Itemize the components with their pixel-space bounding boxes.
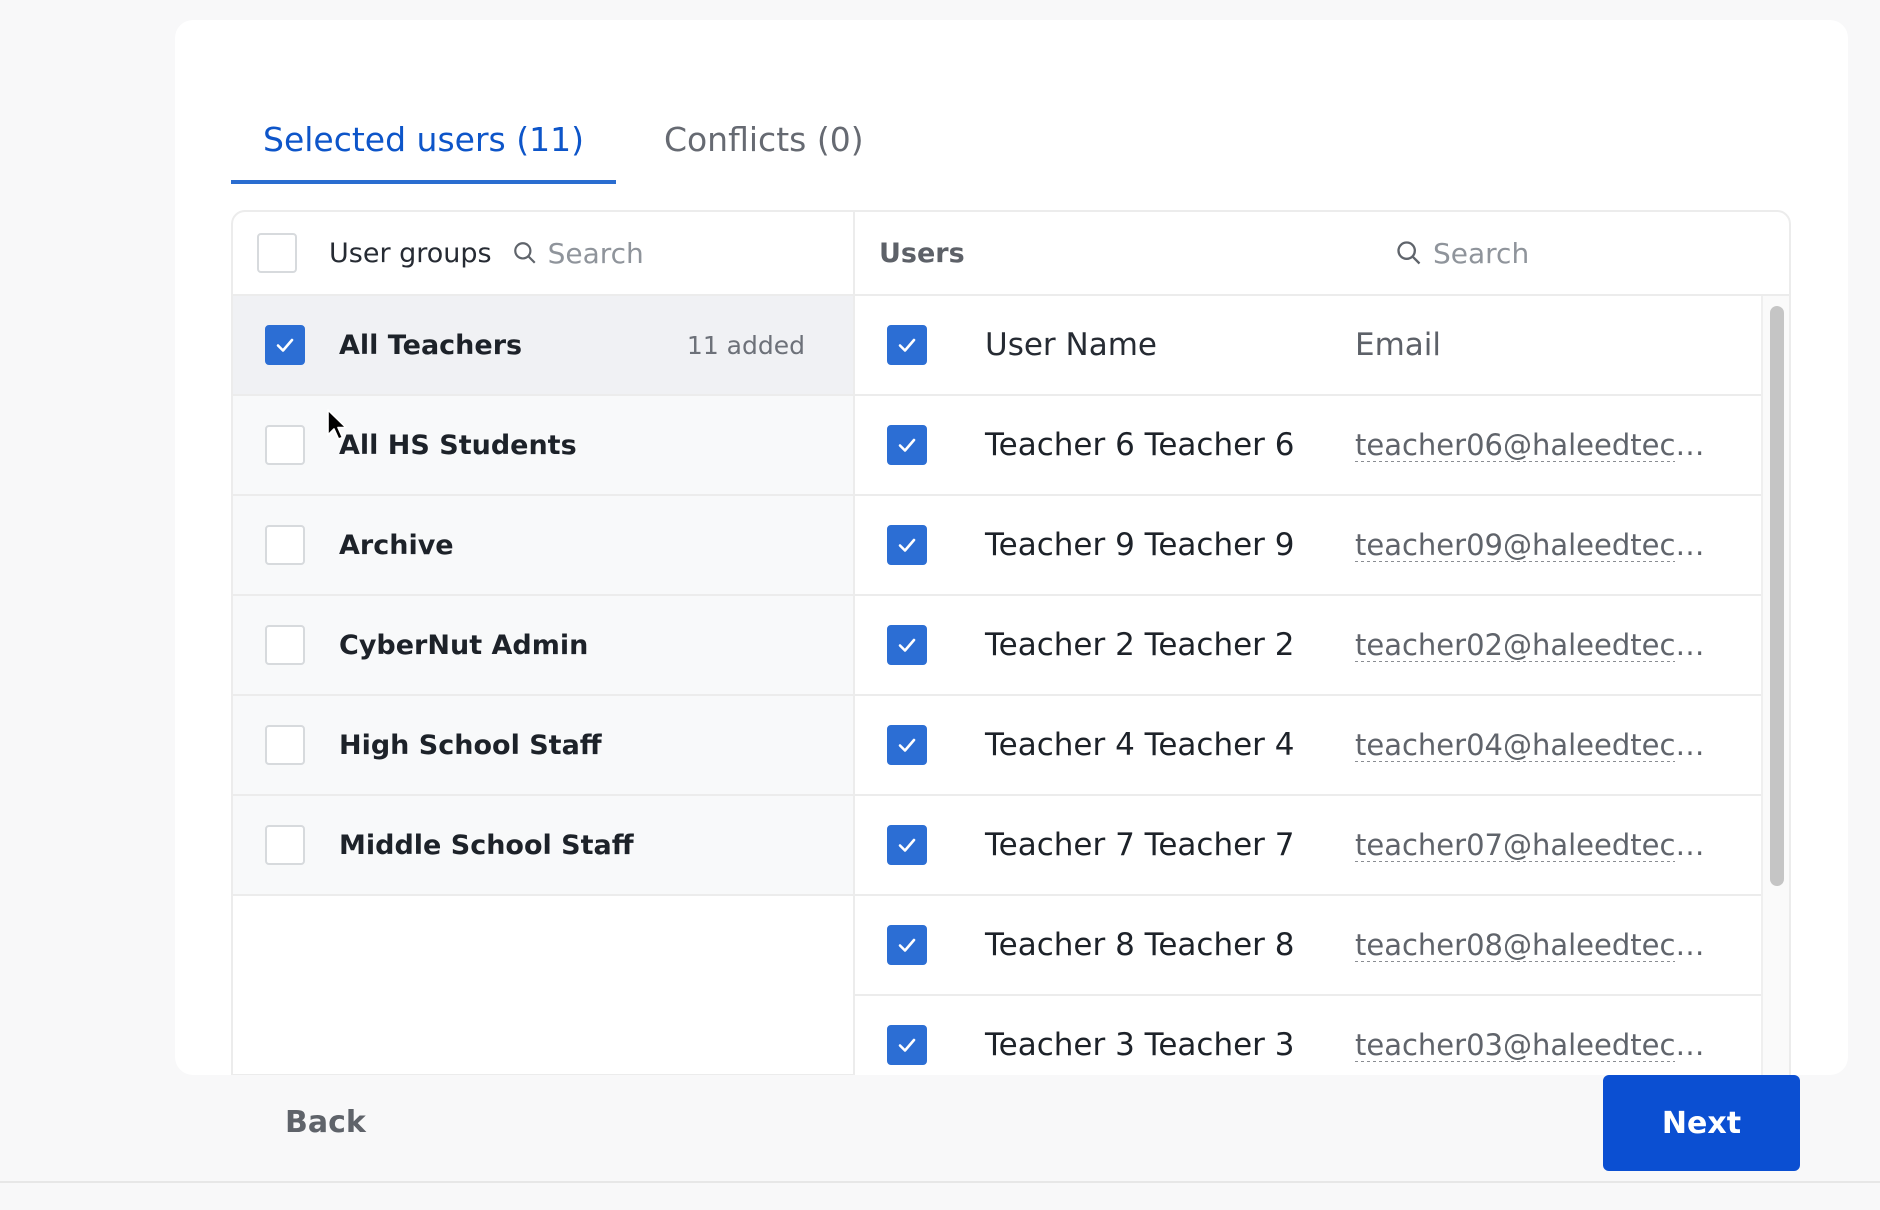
user-checkbox[interactable]	[887, 725, 927, 765]
users-search-placeholder: Search	[1433, 236, 1530, 270]
group-checkbox[interactable]	[265, 525, 305, 565]
group-name: Middle School Staff	[339, 829, 634, 861]
scrollbar-thumb[interactable]	[1770, 306, 1784, 886]
user-name: Teacher 8 Teacher 8	[985, 927, 1295, 963]
tab-conflicts[interactable]: Conflicts (0)	[632, 90, 896, 184]
groups-header-title: User groups	[329, 237, 492, 269]
group-row-middle-school-staff[interactable]: Middle School Staff	[233, 796, 853, 896]
group-row-cybernut-admin[interactable]: CyberNut Admin	[233, 596, 853, 696]
user-email[interactable]: teacher09@haleedtech...	[1355, 528, 1715, 562]
tab-selected-users[interactable]: Selected users (11)	[231, 90, 616, 184]
group-row-archive[interactable]: Archive	[233, 496, 853, 596]
select-all-groups-checkbox[interactable]	[257, 233, 297, 273]
search-icon	[1397, 241, 1421, 265]
table-row[interactable]: Teacher 4 Teacher 4 teacher04@haleedtech…	[855, 696, 1761, 796]
table-row[interactable]: Teacher 9 Teacher 9 teacher09@haleedtech…	[855, 496, 1761, 596]
groups-search[interactable]: Search	[512, 237, 644, 270]
column-header-user-name[interactable]: User Name	[985, 327, 1157, 363]
tab-bar: Selected users (11) Conflicts (0)	[231, 90, 896, 184]
user-checkbox[interactable]	[887, 925, 927, 965]
checkmark-icon	[898, 838, 916, 852]
user-name: Teacher 9 Teacher 9	[985, 527, 1295, 563]
users-table-header: User Name Email	[855, 296, 1761, 396]
footer-bar: Back Next	[0, 1075, 1880, 1183]
checkmark-icon	[898, 638, 916, 652]
user-checkbox[interactable]	[887, 425, 927, 465]
group-name: Archive	[339, 529, 454, 561]
group-name: High School Staff	[339, 729, 602, 761]
search-icon	[513, 242, 536, 264]
user-checkbox[interactable]	[887, 525, 927, 565]
column-header-email[interactable]: Email	[1355, 327, 1715, 363]
user-name: Teacher 6 Teacher 6	[985, 427, 1295, 463]
users-header: Users Search	[855, 212, 1789, 296]
user-email[interactable]: teacher06@haleedtech...	[1355, 428, 1715, 462]
user-name: Teacher 4 Teacher 4	[985, 727, 1295, 763]
group-checkbox[interactable]	[265, 425, 305, 465]
groups-search-placeholder: Search	[547, 236, 644, 270]
user-email[interactable]: teacher02@haleedtech...	[1355, 628, 1715, 662]
group-name: All HS Students	[339, 429, 577, 461]
table-row[interactable]: Teacher 6 Teacher 6 teacher06@haleedtech…	[855, 396, 1761, 496]
user-email[interactable]: teacher04@haleedtech...	[1355, 728, 1715, 762]
users-table: User Name Email Teacher 6 Teacher 6 teac…	[855, 296, 1761, 1075]
user-checkbox[interactable]	[887, 625, 927, 665]
user-name: Teacher 3 Teacher 3	[985, 1027, 1295, 1063]
dialog-card: Selected users (11) Conflicts (0) User g…	[175, 20, 1848, 1075]
group-added-count: 11 added	[686, 330, 805, 360]
checkmark-icon	[898, 438, 916, 452]
checkmark-icon	[898, 338, 916, 352]
checkmark-icon	[276, 338, 294, 352]
user-checkbox[interactable]	[887, 1025, 927, 1065]
group-checkbox[interactable]	[265, 725, 305, 765]
group-name: CyberNut Admin	[339, 629, 589, 661]
user-checkbox[interactable]	[887, 825, 927, 865]
group-checkbox[interactable]	[265, 825, 305, 865]
table-row[interactable]: Teacher 2 Teacher 2 teacher02@haleedtech…	[855, 596, 1761, 696]
checkmark-icon	[898, 938, 916, 952]
users-search[interactable]: Search	[1395, 237, 1529, 270]
user-name: Teacher 7 Teacher 7	[985, 827, 1295, 863]
checkmark-icon	[898, 738, 916, 752]
group-checkbox[interactable]	[265, 325, 305, 365]
group-checkbox[interactable]	[265, 625, 305, 665]
user-email[interactable]: teacher07@haleedtech...	[1355, 828, 1715, 862]
group-name: All Teachers	[339, 329, 523, 361]
user-email[interactable]: teacher08@haleedtech...	[1355, 928, 1715, 962]
groups-header: User groups Search	[233, 212, 855, 296]
user-name: Teacher 2 Teacher 2	[985, 627, 1295, 663]
table-row[interactable]: Teacher 8 Teacher 8 teacher08@haleedtech…	[855, 896, 1761, 996]
user-email[interactable]: teacher03@haleedtech...	[1355, 1028, 1715, 1062]
mouse-cursor-icon	[327, 409, 347, 440]
users-header-title: Users	[879, 237, 965, 269]
select-all-users-checkbox[interactable]	[887, 325, 927, 365]
table-row[interactable]: Teacher 3 Teacher 3 teacher03@haleedtech…	[855, 996, 1761, 1075]
checkmark-icon	[898, 538, 916, 552]
next-button[interactable]: Next	[1603, 1075, 1800, 1171]
group-row-high-school-staff[interactable]: High School Staff	[233, 696, 853, 796]
table-row[interactable]: Teacher 7 Teacher 7 teacher07@haleedtech…	[855, 796, 1761, 896]
checkmark-icon	[898, 1038, 916, 1052]
selection-panel: User groups Search Users Search All Teac…	[231, 210, 1791, 1075]
users-scrollbar[interactable]	[1761, 296, 1789, 1075]
group-row-all-teachers[interactable]: All Teachers 11 added	[233, 296, 853, 396]
back-button[interactable]: Back	[285, 1105, 366, 1140]
